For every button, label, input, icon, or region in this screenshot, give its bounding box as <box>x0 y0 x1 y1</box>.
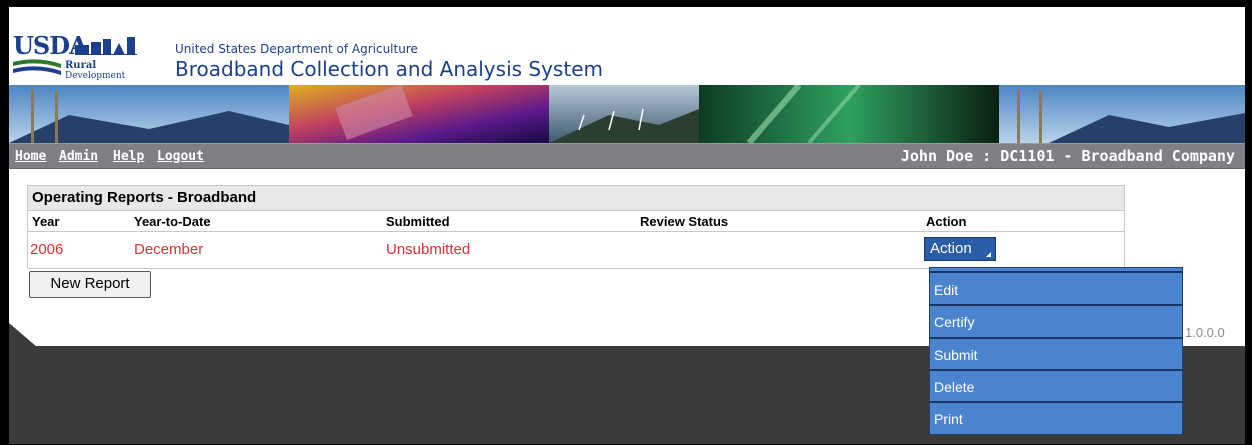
cell-year: 2006 <box>30 241 64 258</box>
header-divider <box>28 231 1124 232</box>
window-left-border <box>1 1 9 444</box>
action-button-label: Action <box>930 240 972 257</box>
footer-corner <box>9 323 37 347</box>
menu-item-submit[interactable]: Submit <box>930 340 1182 370</box>
top-navigation: Home Admin Help Logout John Doe : DC1101… <box>9 143 1245 169</box>
new-report-button[interactable]: New Report <box>29 271 151 298</box>
cell-submitted: Unsubmitted <box>386 241 471 258</box>
nav-help[interactable]: Help <box>113 149 144 164</box>
menu-item-delete[interactable]: Delete <box>930 372 1182 402</box>
column-header-action: Action <box>926 214 967 229</box>
swoosh-icon <box>13 59 61 75</box>
table-title-bar: Operating Reports - Broadband <box>28 186 1124 211</box>
menu-separator <box>930 369 1182 371</box>
user-info: John Doe : DC1101 - Broadband Company <box>900 147 1235 165</box>
menu-separator <box>930 304 1182 306</box>
operating-reports-table: Operating Reports - Broadband Year Year-… <box>27 185 1125 269</box>
column-header-year: Year <box>32 214 60 229</box>
nav-logout[interactable]: Logout <box>157 149 204 164</box>
menu-item-certify[interactable]: Certify <box>930 307 1182 337</box>
action-menu: Edit Certify Submit Delete Print <box>929 267 1183 435</box>
skyline-icon <box>75 37 137 55</box>
nav-home[interactable]: Home <box>15 149 46 164</box>
app-window: USDA Rural Development United States Dep… <box>0 0 1252 445</box>
dropdown-caret-icon <box>986 252 991 257</box>
system-title: Broadband Collection and Analysis System <box>175 57 603 81</box>
window-right-border <box>1245 1 1251 444</box>
logo-development-text: Development <box>65 71 126 81</box>
menu-item-print[interactable]: Print <box>930 404 1182 434</box>
action-dropdown-button[interactable]: Action <box>924 237 996 261</box>
table-title: Operating Reports - Broadband <box>32 189 257 206</box>
column-header-year-to-date: Year-to-Date <box>134 214 211 229</box>
menu-separator <box>930 401 1182 403</box>
rural-development-mark: Rural Development <box>13 56 155 82</box>
column-header-submitted: Submitted <box>386 214 450 229</box>
cell-year-to-date: December <box>134 241 204 258</box>
nav-admin[interactable]: Admin <box>59 149 98 164</box>
page-header: USDA Rural Development United States Dep… <box>9 7 1245 85</box>
header-banner-image <box>9 85 1245 143</box>
logo-rural-text: Rural <box>65 60 97 71</box>
menu-separator <box>930 271 1182 273</box>
usda-logo[interactable]: USDA Rural Development <box>13 31 155 83</box>
column-header-review-status: Review Status <box>640 214 729 229</box>
agency-name: United States Department of Agriculture <box>175 42 418 56</box>
version-label: 1.0.0.0 <box>1185 325 1225 340</box>
menu-separator <box>930 337 1182 339</box>
banner-collage <box>9 85 1245 143</box>
menu-item-edit[interactable]: Edit <box>930 275 1182 305</box>
